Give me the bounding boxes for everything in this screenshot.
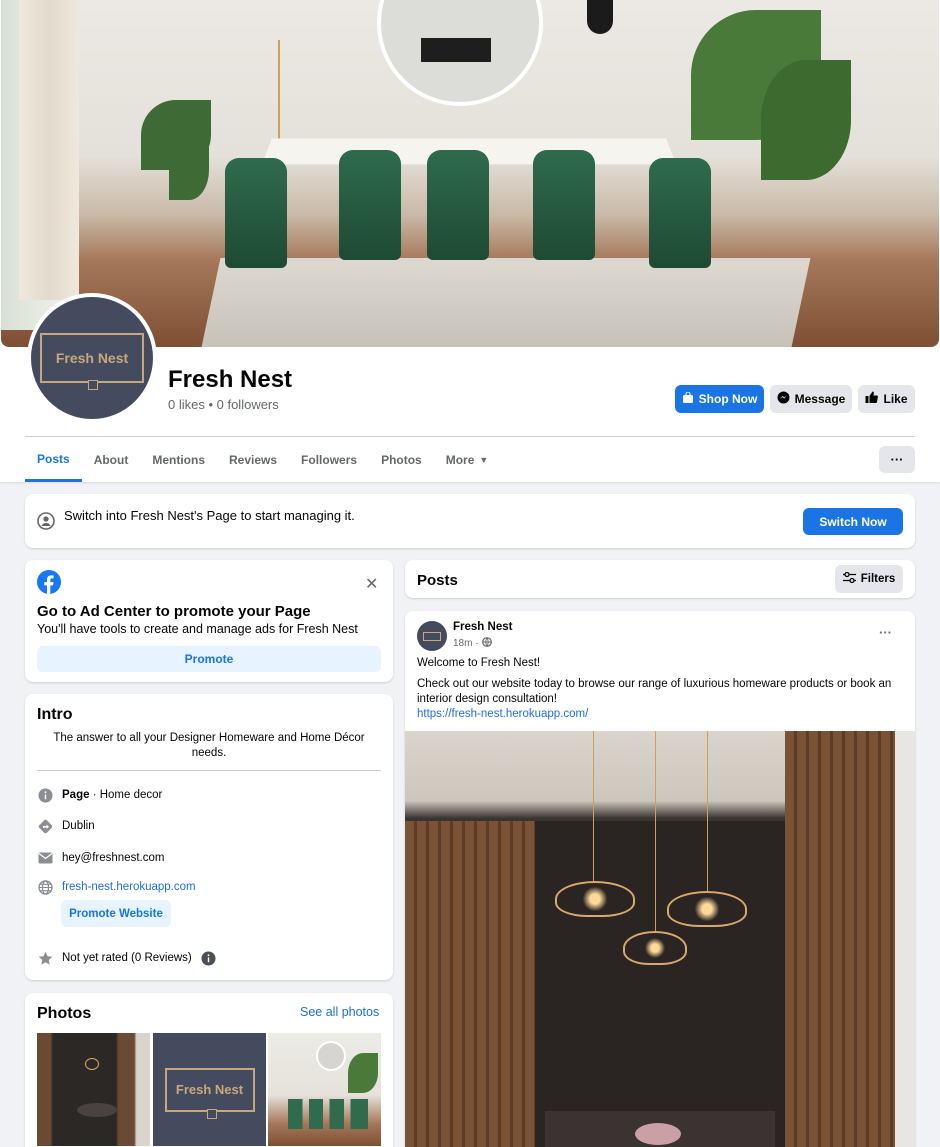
tab-reviews[interactable]: Reviews <box>217 438 289 482</box>
post-timestamp: 18m · <box>453 637 492 650</box>
logo: Fresh Nest <box>40 333 144 390</box>
switch-now-button[interactable]: Switch Now <box>803 508 903 535</box>
info-icon <box>37 787 53 803</box>
page-tabs: Posts About Mentions Reviews Followers P… <box>25 438 500 482</box>
switch-banner-text: Switch into Fresh Nest's Page to start m… <box>64 508 355 523</box>
category-row: Page · Home decor <box>37 787 162 803</box>
ad-center-card: ✕ Go to Ad Center to promote your Page Y… <box>25 560 393 682</box>
rating-row: Not yet rated (0 Reviews) <box>37 950 217 966</box>
tab-posts[interactable]: Posts <box>25 438 82 482</box>
location-row: Dublin <box>37 818 95 834</box>
shop-now-button[interactable]: Shop Now <box>675 385 764 413</box>
email-row: hey@freshnest.com <box>37 850 164 866</box>
like-button[interactable]: Like <box>858 385 915 413</box>
ad-center-title: Go to Ad Center to promote your Page <box>37 603 311 620</box>
more-options-button[interactable]: ··· <box>879 446 915 473</box>
profile-switch-icon <box>37 512 55 535</box>
tab-about[interactable]: About <box>82 438 141 482</box>
globe-icon <box>481 637 492 650</box>
globe-icon <box>37 879 53 895</box>
switch-banner: Switch into Fresh Nest's Page to start m… <box>25 494 915 548</box>
photo-thumbnail[interactable] <box>268 1033 381 1146</box>
ad-center-subtitle: You'll have tools to create and manage a… <box>37 622 358 636</box>
promote-website-button[interactable]: Promote Website <box>61 900 171 927</box>
page-title: Fresh Nest <box>168 366 293 393</box>
post-card: Fresh Nest 18m · ··· Welcome to Fresh Ne… <box>405 611 915 1147</box>
info-icon[interactable] <box>201 950 217 966</box>
page-header: Fresh Nest Fresh Nest 0 likes • 0 follow… <box>0 0 940 482</box>
intro-description: The answer to all your Designer Homeware… <box>53 732 365 759</box>
photos-title: Photos <box>37 1005 92 1022</box>
intro-card: Intro The answer to all your Designer Ho… <box>25 694 393 980</box>
thumbs-up-icon <box>865 391 879 407</box>
post-text-line1: Welcome to Fresh Nest! <box>417 657 541 669</box>
see-all-photos-link[interactable]: See all photos <box>300 1005 379 1019</box>
posts-title: Posts <box>417 572 458 589</box>
tab-more[interactable]: More ▼ <box>434 438 501 482</box>
divider <box>37 770 381 771</box>
promote-button[interactable]: Promote <box>37 646 381 672</box>
posts-header: Posts Filters <box>405 560 915 598</box>
website-link[interactable]: fresh-nest.herokuapp.com <box>62 881 196 893</box>
website-row: fresh-nest.herokuapp.com <box>37 879 196 895</box>
tab-photos[interactable]: Photos <box>369 438 434 482</box>
shopping-bag-icon <box>682 391 694 407</box>
post-image[interactable] <box>405 731 915 1147</box>
messenger-icon <box>777 391 790 407</box>
envelope-icon <box>37 850 53 866</box>
caret-down-icon: ▼ <box>479 455 489 465</box>
post-author[interactable]: Fresh Nest <box>453 621 512 633</box>
filter-sliders-icon <box>842 571 856 586</box>
tab-followers[interactable]: Followers <box>289 438 369 482</box>
divider <box>25 436 915 437</box>
cover-photo[interactable] <box>1 0 939 347</box>
directions-icon <box>37 818 53 834</box>
photo-thumbnail[interactable]: Fresh Nest <box>153 1033 266 1146</box>
tab-mentions[interactable]: Mentions <box>140 438 217 482</box>
close-icon[interactable]: ✕ <box>365 574 378 594</box>
intro-title: Intro <box>37 706 73 723</box>
filters-button[interactable]: Filters <box>835 565 903 593</box>
photos-card: Photos See all photos Fresh Nest <box>25 993 393 1147</box>
star-icon <box>37 950 53 966</box>
message-button[interactable]: Message <box>770 385 852 413</box>
facebook-icon <box>37 570 61 599</box>
post-link[interactable]: https://fresh-nest.herokuapp.com/ <box>417 707 905 722</box>
author-avatar[interactable] <box>417 621 447 651</box>
page-stats: 0 likes • 0 followers <box>168 397 279 412</box>
post-text-line2: Check out our website today to browse ou… <box>417 678 892 705</box>
page-avatar[interactable]: Fresh Nest <box>27 293 157 423</box>
photo-thumbnail[interactable] <box>37 1033 150 1146</box>
post-menu-button[interactable]: ··· <box>879 625 892 640</box>
